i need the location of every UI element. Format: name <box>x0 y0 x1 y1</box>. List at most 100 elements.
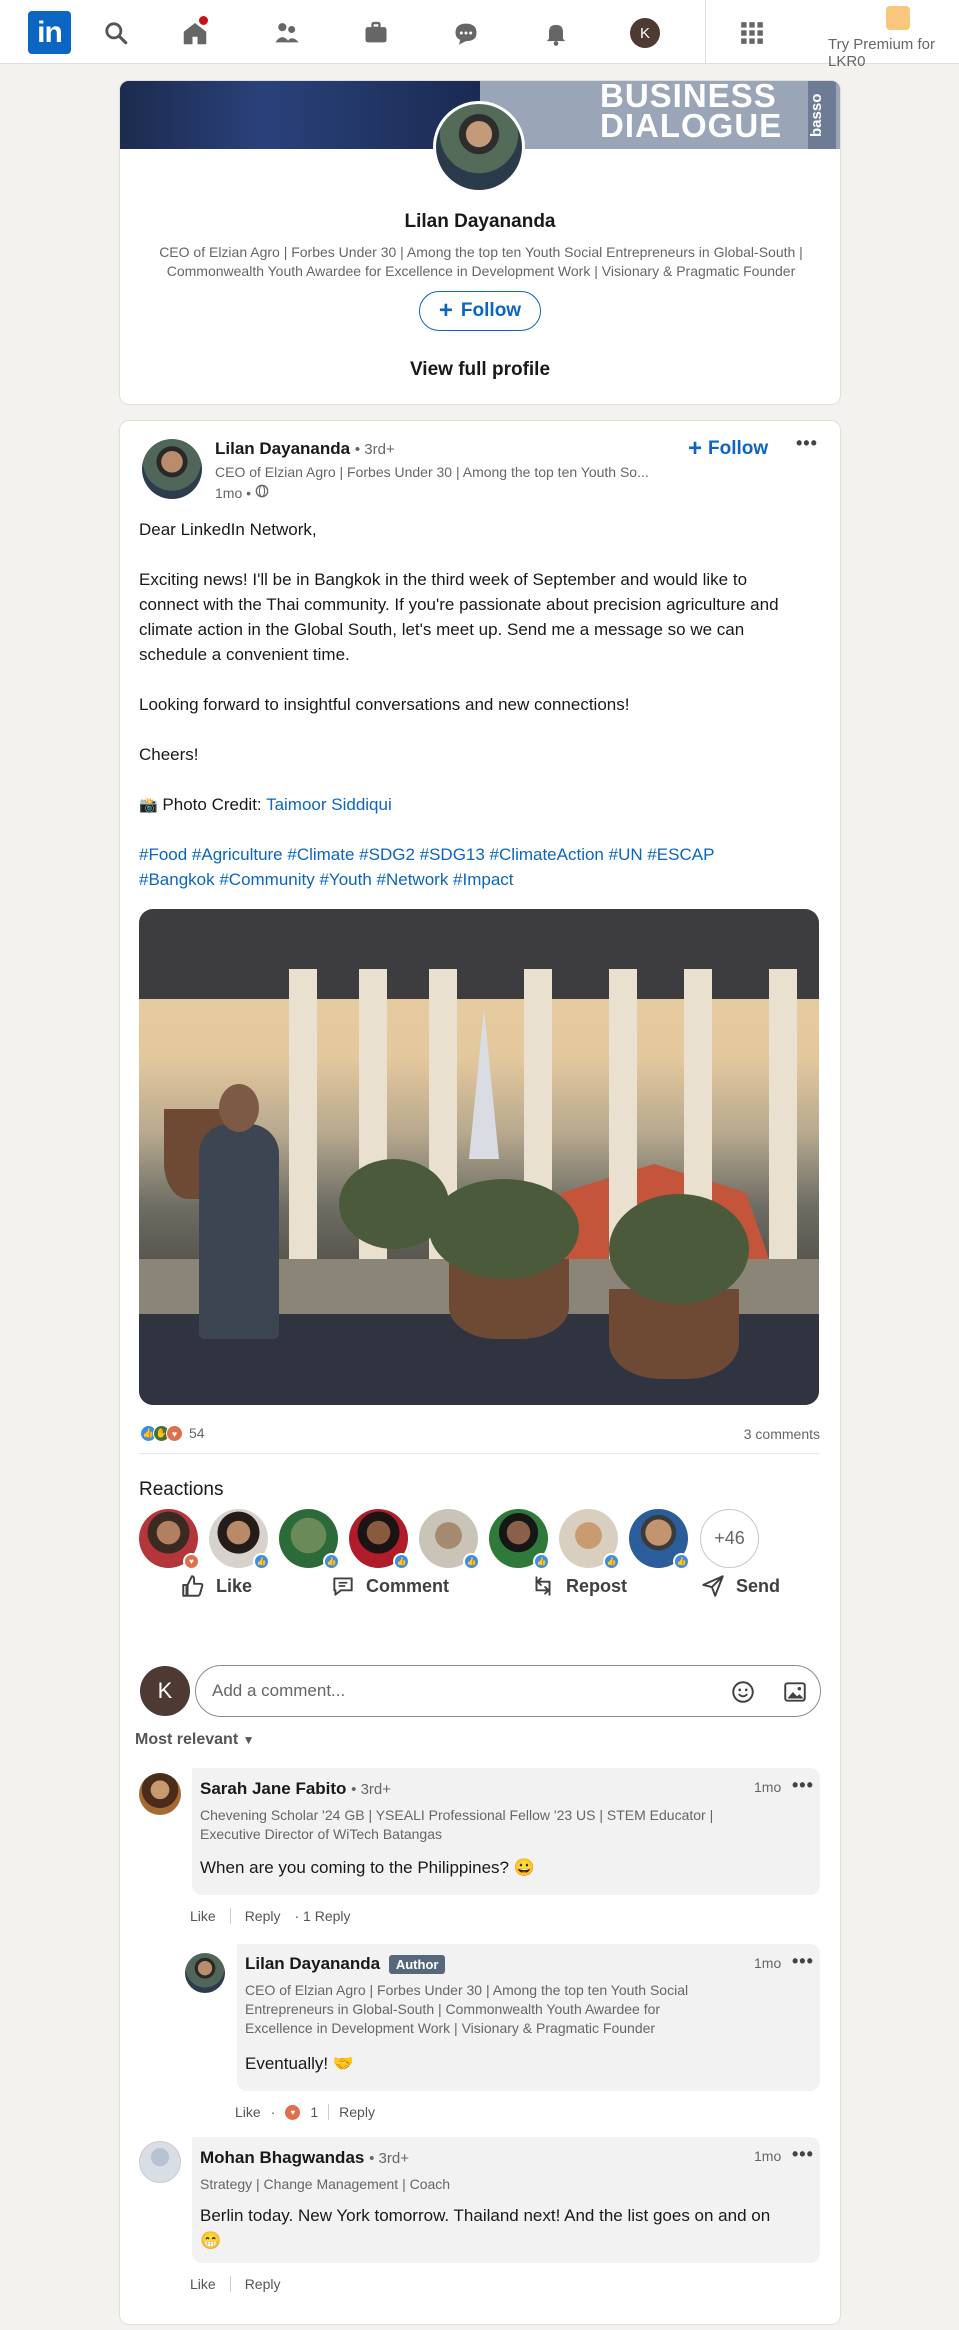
reply-like-count[interactable]: 1 <box>310 2104 318 2120</box>
post-author-name[interactable]: Lilan Dayananda <box>215 439 350 458</box>
separator <box>229 1908 231 1924</box>
search-icon[interactable] <box>99 16 133 50</box>
reply-reply-button[interactable]: Reply <box>339 2104 375 2120</box>
profile-avatar[interactable] <box>433 101 525 193</box>
photo-credit-prefix: Photo Credit: <box>162 795 267 814</box>
emoji-icon[interactable] <box>730 1679 756 1710</box>
reactor-avatar[interactable]: 👍 <box>279 1509 340 1570</box>
comment-like-button[interactable]: Like <box>190 2276 216 2292</box>
view-full-profile-link[interactable]: View full profile <box>120 359 840 381</box>
messaging-icon[interactable] <box>449 16 483 50</box>
image-pillar <box>289 969 317 1309</box>
sort-label: Most relevant <box>135 1731 239 1748</box>
try-premium-link[interactable]: Try Premium for LKR0 <box>828 6 959 70</box>
send-button[interactable]: Send <box>700 1561 780 1611</box>
comment-author-headline: Chevening Scholar '24 GB | YSEALI Profes… <box>200 1806 713 1844</box>
caret-down-icon: ▼ <box>242 1733 255 1747</box>
me-initial: K <box>630 18 660 48</box>
profile-headline-line2: Commonwealth Youth Awardee for Excellenc… <box>166 263 796 279</box>
reactor-avatar[interactable]: 👍 <box>349 1509 410 1570</box>
notification-dot-icon <box>197 14 210 27</box>
comment-author-name[interactable]: Mohan Bhagwandas <box>200 2148 364 2167</box>
reactor-avatar[interactable]: 👍 <box>419 1509 480 1570</box>
like-badge-icon: 👍 <box>253 1553 270 1570</box>
comment-author: Sarah Jane Fabito • 3rd+ <box>200 1779 391 1799</box>
comment-input[interactable]: Add a comment... <box>195 1665 821 1717</box>
like-badge-icon: 👍 <box>673 1553 690 1570</box>
comment-headline-line1: Chevening Scholar '24 GB | YSEALI Profes… <box>200 1807 714 1823</box>
profile-follow-button[interactable]: + Follow <box>419 291 541 331</box>
reply-author-avatar[interactable] <box>185 1953 225 1993</box>
comment-text: When are you coming to the Philippines? … <box>200 1858 535 1877</box>
profile-headline: CEO of Elzian Agro | Forbes Under 30 | A… <box>140 243 822 281</box>
post-paragraph-2: Looking forward to insightful conversati… <box>139 695 630 714</box>
post-hashtags: #Food #Agriculture #Climate #SDG2 #SDG13… <box>139 842 714 892</box>
post-more-options-icon[interactable]: ••• <box>796 433 818 454</box>
photo-credit-link[interactable]: Taimoor Siddiqui <box>266 795 392 814</box>
reaction-icons[interactable]: 👍 ✋ ♥ 54 <box>140 1425 205 1442</box>
post-photo-credit: 📸 Photo Credit: Taimoor Siddiqui <box>139 792 392 818</box>
post-timestamp: 1mo • <box>215 484 269 501</box>
like-badge-icon: 👍 <box>463 1553 480 1570</box>
reply-more-options-icon[interactable]: ••• <box>792 1951 814 1972</box>
comment-more-options-icon[interactable]: ••• <box>792 2144 814 2165</box>
post-image[interactable] <box>139 909 819 1405</box>
reactions-title: Reactions <box>139 1479 224 1500</box>
post-follow-label: Follow <box>708 438 769 459</box>
post-greeting: Dear LinkedIn Network, <box>139 520 317 539</box>
work-grid-icon[interactable] <box>735 16 769 50</box>
post-paragraph-1-line1: Exciting news! I'll be in Bangkok in the… <box>139 570 748 589</box>
hashtags-line1[interactable]: #Food #Agriculture #Climate #SDG2 #SDG13… <box>139 845 714 864</box>
reactor-avatar[interactable]: 👍 <box>209 1509 270 1570</box>
like-button[interactable]: Like <box>180 1561 252 1611</box>
reply-like-button[interactable]: Like <box>235 2104 261 2120</box>
profile-name[interactable]: Lilan Dayananda <box>120 211 840 233</box>
comments-count-link[interactable]: 3 comments <box>744 1426 820 1442</box>
comment-author: Mohan Bhagwandas • 3rd+ <box>200 2148 409 2168</box>
comment-reply-button[interactable]: Reply <box>245 2276 281 2292</box>
reactor-avatar[interactable]: ♥ <box>139 1509 200 1570</box>
sort-comments-dropdown[interactable]: Most relevant ▼ <box>135 1731 254 1749</box>
profile-follow-label: Follow <box>460 300 522 321</box>
home-icon[interactable] <box>178 14 212 50</box>
profile-headline-line1: CEO of Elzian Agro | Forbes Under 30 | A… <box>159 244 803 260</box>
comment-reply-count[interactable]: · 1 Reply <box>294 1908 350 1924</box>
like-label: Like <box>216 1575 253 1596</box>
love-reaction-icon: ♥ <box>285 2104 301 2120</box>
reply-author-name[interactable]: Lilan Dayananda <box>245 1954 380 1973</box>
reactor-avatar[interactable]: 👍 <box>629 1509 690 1570</box>
comment-time: 1mo <box>754 2148 782 2164</box>
image-upload-icon[interactable] <box>782 1679 808 1710</box>
image-roof <box>139 909 819 999</box>
reactor-avatar[interactable]: 👍 <box>489 1509 550 1570</box>
post-follow-button[interactable]: + Follow <box>688 435 768 463</box>
comment-more-options-icon[interactable]: ••• <box>792 1775 814 1796</box>
comment-label: Comment <box>366 1575 450 1596</box>
my-network-icon[interactable] <box>270 16 304 50</box>
notifications-icon[interactable] <box>539 16 573 50</box>
hashtags-line2[interactable]: #Bangkok #Community #Youth #Network #Imp… <box>139 870 514 889</box>
more-reactors-button[interactable]: +46 <box>700 1509 759 1568</box>
comment-author-name[interactable]: Sarah Jane Fabito <box>200 1779 346 1798</box>
reactor-avatar[interactable]: 👍 <box>559 1509 620 1570</box>
jobs-icon[interactable] <box>359 16 393 50</box>
linkedin-logo[interactable]: in <box>28 11 71 54</box>
post-author-line: Lilan Dayananda • 3rd+ <box>215 439 395 459</box>
me-avatar[interactable]: K <box>628 16 662 50</box>
repost-button[interactable]: Repost <box>530 1561 627 1611</box>
comment-reply-button[interactable]: Reply <box>245 1908 281 1924</box>
commenter-avatar[interactable] <box>139 2141 181 2183</box>
comment-button[interactable]: Comment <box>330 1561 449 1611</box>
commenter-avatar[interactable] <box>139 1773 181 1815</box>
reply-headline-line3: Excellence in Development Work | Visiona… <box>245 2020 656 2036</box>
plus-icon: + <box>438 297 453 324</box>
send-icon <box>702 1575 724 1597</box>
comment-icon <box>333 1577 353 1596</box>
comment-text-line1: Berlin today. New York tomorrow. Thailan… <box>200 2206 771 2225</box>
post-author-avatar[interactable] <box>142 439 202 499</box>
camera-icon: 📸 <box>139 797 158 814</box>
like-icon <box>182 1575 204 1597</box>
comment-like-button[interactable]: Like <box>190 1908 216 1924</box>
nav-divider <box>705 0 706 64</box>
reply-author-headline: CEO of Elzian Agro | Forbes Under 30 | A… <box>245 1981 688 2038</box>
